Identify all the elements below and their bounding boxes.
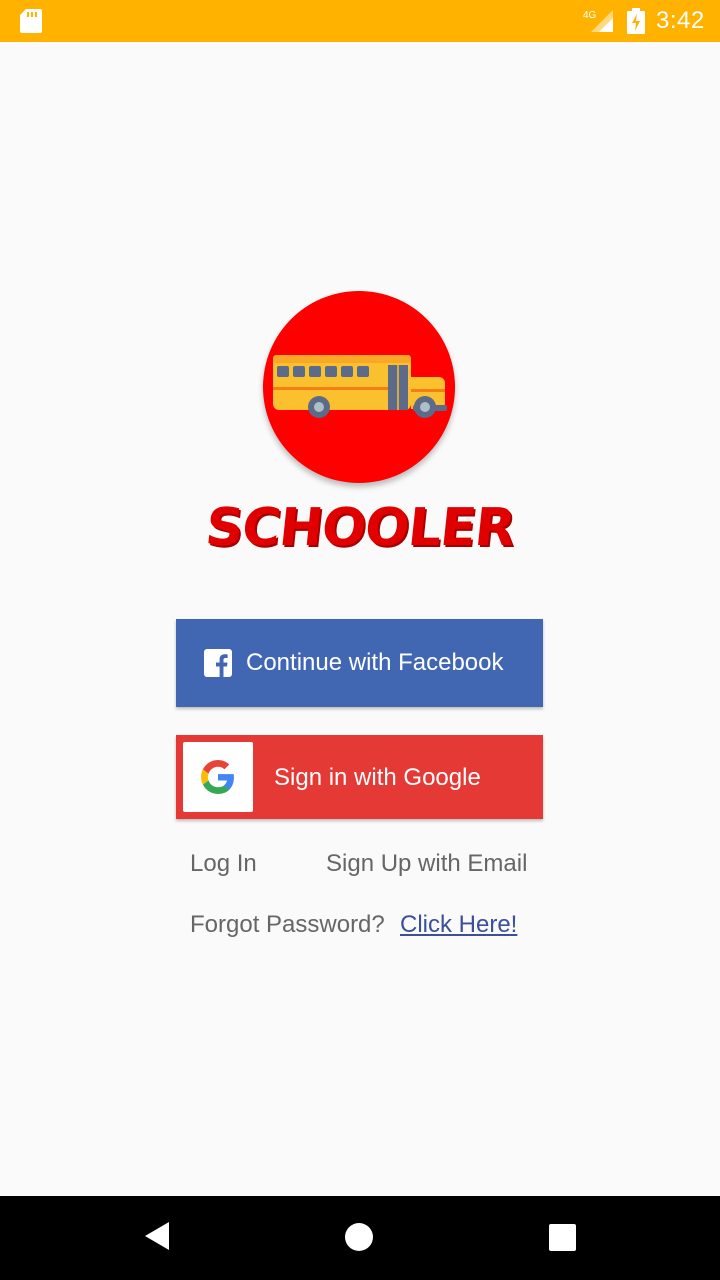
signup-with-email-link[interactable]: Sign Up with Email [326, 850, 527, 878]
forgot-password-label: Forgot Password? [190, 911, 385, 938]
school-bus-icon [273, 355, 447, 418]
status-time: 3:42 [656, 7, 705, 34]
sd-card-icon [20, 9, 42, 33]
back-icon[interactable] [143, 1220, 171, 1252]
recents-icon[interactable] [549, 1224, 576, 1251]
login-link[interactable]: Log In [190, 850, 257, 878]
network-type-label: 4G [583, 10, 597, 21]
continue-with-facebook-button[interactable]: Continue with Facebook [176, 619, 543, 707]
google-icon [201, 760, 234, 794]
status-bar: 4G 3:42 [0, 0, 720, 42]
facebook-button-label: Continue with Facebook [246, 649, 504, 676]
reset-password-link[interactable]: Click Here! [400, 911, 517, 939]
battery-charging-icon [627, 8, 645, 34]
app-title: SCHOOLER [202, 498, 518, 558]
cell-signal-icon: 4G [583, 10, 613, 32]
home-icon[interactable] [344, 1222, 374, 1252]
navigation-bar [0, 1196, 720, 1280]
app-logo [263, 291, 455, 483]
google-button-label: Sign in with Google [274, 764, 481, 791]
google-icon-container [183, 742, 253, 812]
sign-in-with-google-button[interactable]: Sign in with Google [176, 735, 543, 819]
facebook-icon [204, 649, 232, 677]
